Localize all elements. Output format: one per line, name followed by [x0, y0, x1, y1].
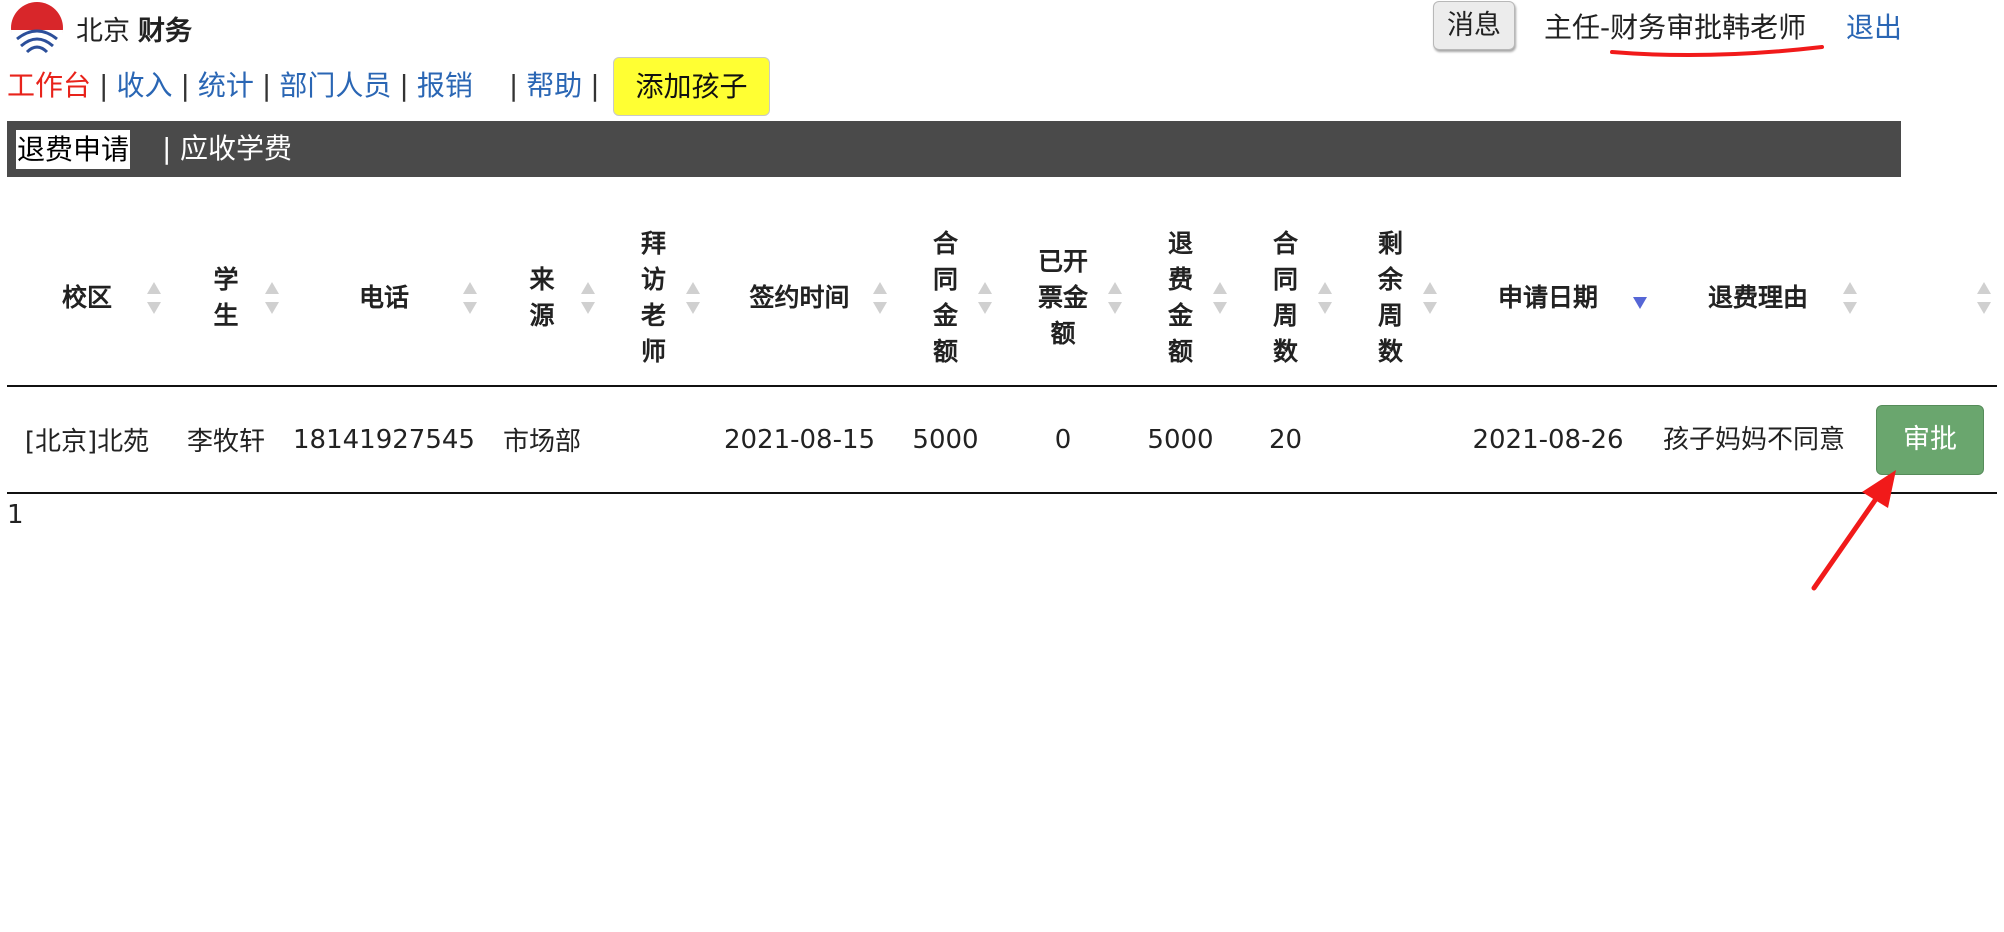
nav-separator: | — [399, 69, 409, 102]
brand-title: 北京 财务 — [76, 9, 192, 48]
add-child-button[interactable]: 添加孩子 — [613, 57, 770, 116]
column-header-contract-amount[interactable]: 合同金额 — [893, 210, 998, 387]
header-label: 已开 票金额 — [1037, 246, 1088, 348]
header-label: 校区 — [61, 282, 112, 312]
subnav-separator: | — [162, 132, 172, 165]
cell-phone: 18141927545 — [285, 386, 483, 494]
cell-contract-amount: 5000 — [893, 386, 998, 494]
sort-arrows-icon — [1108, 281, 1122, 314]
header-label: 退费金额 — [1167, 228, 1193, 366]
sort-arrows-icon — [1843, 281, 1857, 314]
nav-statistics[interactable]: 统计 — [198, 69, 254, 102]
sort-desc-icon — [1633, 282, 1647, 314]
sort-arrows-icon — [1213, 281, 1227, 314]
column-header-contract-weeks[interactable]: 合同周数 — [1233, 210, 1338, 387]
red-arrow-annotation — [1811, 470, 1896, 591]
cell-visit-teacher — [601, 386, 706, 494]
column-header-refund-reason[interactable]: 退费理由 — [1653, 210, 1863, 387]
nav-separator: | — [180, 69, 190, 102]
column-header-apply-date[interactable]: 申请日期 — [1443, 210, 1653, 387]
table-header-row: 校区 学生 电话 来源 拜访老师 签约时间 合同金额 已开 票金额 退费金额 合同… — [7, 210, 1997, 387]
cell-remaining-weeks — [1338, 386, 1443, 494]
nav-separator: | — [508, 69, 519, 102]
sort-arrows-icon — [265, 281, 279, 314]
nav-department-staff[interactable]: 部门人员 — [279, 69, 391, 102]
brand-name: 财务 — [138, 16, 192, 47]
column-header-source[interactable]: 来源 — [483, 210, 601, 387]
nav-separator: | — [590, 69, 600, 102]
cell-contract-weeks: 20 — [1233, 386, 1338, 494]
table-row: [北京]北苑 李牧轩 18141927545 市场部 2021-08-15 50… — [7, 386, 1997, 494]
header-label: 来源 — [529, 264, 555, 330]
page-number[interactable]: 1 — [7, 500, 24, 530]
sort-arrows-icon — [463, 281, 477, 314]
nav-income[interactable]: 收入 — [116, 69, 172, 102]
sort-arrows-icon — [686, 281, 700, 314]
header-label: 剩余周数 — [1377, 228, 1403, 366]
school-logo-icon — [11, 2, 63, 55]
brand-city: 北京 — [76, 16, 130, 47]
cell-apply-date: 2021-08-26 — [1443, 386, 1653, 494]
column-header-visit-teacher[interactable]: 拜访老师 — [601, 210, 706, 387]
nav-reimbursement[interactable]: 报销 — [417, 69, 473, 102]
header-label: 申请日期 — [1497, 282, 1598, 312]
header-label: 电话 — [358, 282, 409, 312]
column-header-action[interactable] — [1863, 210, 1997, 387]
nav-workbench[interactable]: 工作台 — [7, 69, 91, 102]
column-header-sign-date[interactable]: 签约时间 — [706, 210, 893, 387]
cell-student: 李牧轩 — [167, 386, 285, 494]
column-header-phone[interactable]: 电话 — [285, 210, 483, 387]
nav-separator: | — [99, 69, 109, 102]
refund-table: 校区 学生 电话 来源 拜访老师 签约时间 合同金额 已开 票金额 退费金额 合同… — [7, 210, 1997, 494]
message-button[interactable]: 消息 — [1433, 1, 1515, 50]
column-header-invoiced-amount[interactable]: 已开 票金额 — [998, 210, 1128, 387]
header-label: 签约时间 — [749, 282, 850, 312]
cell-campus: [北京]北苑 — [7, 386, 167, 494]
column-header-remaining-weeks[interactable]: 剩余周数 — [1338, 210, 1443, 387]
nav-separator: | — [261, 69, 272, 102]
header-label: 合同金额 — [932, 228, 958, 366]
tab-receivable-tuition[interactable]: 应收学费 — [180, 129, 292, 169]
logout-link[interactable]: 退出 — [1846, 6, 1902, 46]
cell-refund-amount: 5000 — [1128, 386, 1233, 494]
column-header-refund-amount[interactable]: 退费金额 — [1128, 210, 1233, 387]
header-label: 学生 — [213, 264, 239, 330]
sort-arrows-icon — [581, 281, 595, 314]
header-label: 合同周数 — [1272, 228, 1298, 366]
nav-help[interactable]: 帮助 — [526, 69, 582, 102]
sort-arrows-icon — [1423, 281, 1437, 314]
cell-sign-date: 2021-08-15 — [706, 386, 893, 494]
sort-arrows-icon — [978, 281, 992, 314]
sort-arrows-icon — [873, 281, 887, 314]
column-header-student[interactable]: 学生 — [167, 210, 285, 387]
header-label: 拜访老师 — [640, 228, 666, 366]
top-nav: 工作台 | 收入 | 统计 | 部门人员 | 报销 | 帮助 | — [7, 64, 608, 104]
sort-arrows-icon — [147, 281, 161, 314]
tab-refund-request[interactable]: 退费申请 — [16, 130, 131, 169]
header-label: 退费理由 — [1707, 282, 1808, 312]
cell-source: 市场部 — [483, 386, 601, 494]
red-underline-annotation — [1610, 45, 1824, 58]
column-header-campus[interactable]: 校区 — [7, 210, 167, 387]
sub-nav-bar: 退费申请 | 应收学费 — [7, 121, 1901, 177]
sort-arrows-icon — [1318, 281, 1332, 314]
cell-invoiced-amount: 0 — [998, 386, 1128, 494]
sort-arrows-icon — [1977, 281, 1991, 314]
